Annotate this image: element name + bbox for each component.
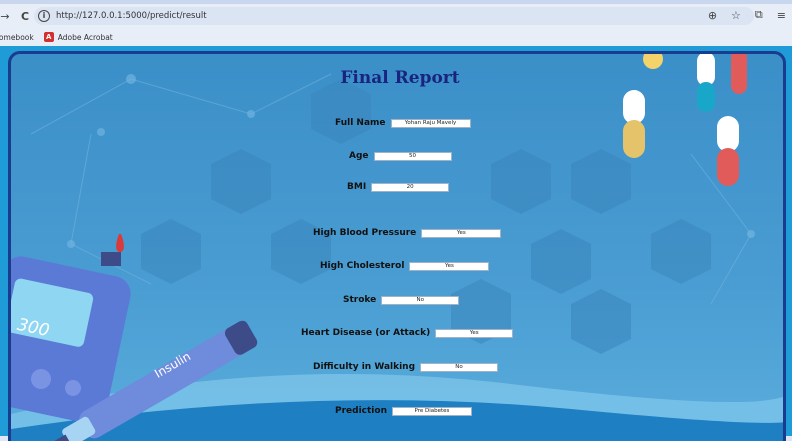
field-value: Yohan Raju Mavely (390, 118, 471, 128)
field-prediction: Prediction Pre Diabetes (335, 406, 472, 416)
field-age: Age 50 (349, 151, 452, 161)
site-info-icon[interactable]: i (38, 10, 50, 22)
field-heart-disease: Heart Disease (or Attack) Yes (301, 328, 514, 338)
field-label: Difficulty in Walking (313, 362, 416, 372)
address-bar-row: → C i http://127.0.0.1:5000/predict/resu… (0, 4, 792, 28)
extensions-icon[interactable]: ⧉ (755, 8, 763, 22)
zoom-icon[interactable]: ⊕ (708, 9, 717, 22)
field-label: Full Name (335, 118, 386, 128)
acrobat-icon: A (43, 32, 54, 42)
page-title: Final Report (340, 68, 460, 88)
field-value: 20 (371, 182, 450, 192)
bookmark-label: Adobe Acrobat (57, 32, 113, 42)
field-value: Pre Diabetes (391, 406, 472, 416)
menu-icon[interactable]: ≡ (777, 9, 786, 22)
page: Final Report Full Name Yohan Raju Mavely… (0, 46, 792, 441)
field-label: High Cholesterol (320, 261, 405, 271)
field-value: Yes (435, 328, 514, 338)
forward-icon[interactable]: → (0, 10, 14, 23)
field-label: BMI (347, 182, 367, 192)
bookmark-chromebook[interactable]: romebook (0, 33, 34, 42)
background-illustration (11, 54, 783, 441)
bookmarks-bar: romebook A Adobe Acrobat (0, 28, 792, 46)
field-value: Yes (409, 261, 490, 271)
field-label: Stroke (343, 295, 377, 305)
bookmark-star-icon[interactable]: ☆ (731, 9, 741, 22)
field-value: No (381, 295, 460, 305)
field-stroke: Stroke No (343, 295, 460, 305)
field-high-blood-pressure: High Blood Pressure Yes (313, 228, 502, 238)
field-value: 50 (373, 151, 452, 161)
field-value: Yes (421, 228, 502, 238)
url-text[interactable]: http://127.0.0.1:5000/predict/result (56, 11, 207, 21)
url-box[interactable]: i http://127.0.0.1:5000/predict/result (34, 7, 754, 25)
reload-icon[interactable]: C (16, 10, 34, 23)
field-high-cholesterol: High Cholesterol Yes (320, 261, 490, 271)
field-label: Age (349, 151, 369, 161)
field-value: No (420, 362, 499, 372)
field-bmi: BMI 20 (347, 182, 450, 192)
bookmark-adobe-acrobat[interactable]: A Adobe Acrobat (43, 32, 113, 42)
field-difficulty-walking: Difficulty in Walking No (313, 362, 499, 372)
field-label: High Blood Pressure (313, 228, 417, 238)
field-label: Heart Disease (or Attack) (301, 328, 431, 338)
field-label: Prediction (335, 406, 387, 416)
report-frame: Final Report Full Name Yohan Raju Mavely… (8, 51, 786, 441)
field-full-name: Full Name Yohan Raju Mavely (335, 118, 471, 128)
